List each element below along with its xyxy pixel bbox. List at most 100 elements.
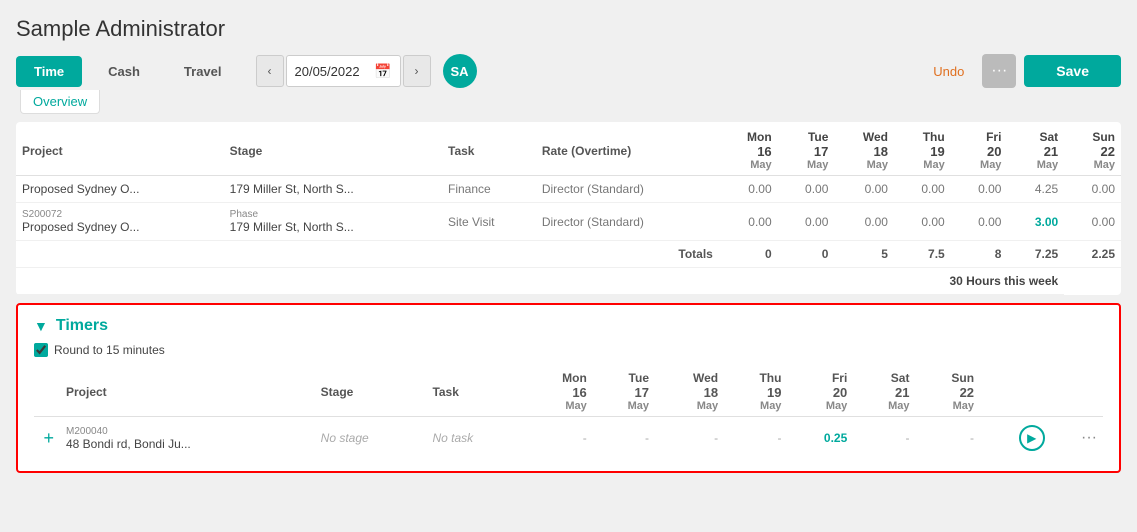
rate-cell: Director (Standard) — [536, 203, 719, 241]
timer-day-val-0: - — [525, 417, 593, 460]
timer-col-mon: Mon 16 May — [525, 367, 593, 417]
proj-cell: S200072 Proposed Sydney O... — [16, 203, 224, 241]
totals-mon: 0 — [719, 241, 778, 268]
col-task: Task — [442, 122, 536, 176]
hours-week-row: 30 Hours this week — [16, 268, 1121, 295]
day-val-1[interactable]: 0.00 — [778, 203, 835, 241]
day-val-3[interactable]: 0.00 — [894, 176, 951, 203]
rate-cell: Director (Standard) — [536, 176, 719, 203]
stage-cell: Phase 179 Miller St, North S... — [224, 203, 442, 241]
col-stage: Stage — [224, 122, 442, 176]
date-value: 20/05/2022 — [295, 64, 360, 79]
col-sat: Sat 21 May — [1007, 122, 1064, 176]
day-val-6[interactable]: 0.00 — [1064, 203, 1121, 241]
task-cell: Site Visit — [442, 203, 536, 241]
tab-overview[interactable]: Overview — [20, 90, 100, 114]
timer-col-stage: Stage — [315, 367, 427, 417]
timer-task-cell: No task — [426, 417, 524, 460]
totals-thu: 7.5 — [894, 241, 951, 268]
collapse-icon[interactable]: ▼ — [34, 318, 48, 334]
time-table-card: Project Stage Task Rate (Overtime) Mon 1… — [16, 122, 1121, 295]
timers-table: Project Stage Task Mon 16 May Tue 17 May — [34, 367, 1103, 459]
day-val-0[interactable]: 0.00 — [719, 176, 778, 203]
task-cell: Finance — [442, 176, 536, 203]
timers-section: ▼ Timers Round to 15 minutes Project Sta… — [16, 303, 1121, 473]
totals-label-cell — [16, 241, 536, 268]
timer-day-val-4[interactable]: 0.25 — [787, 417, 853, 460]
round-label: Round to 15 minutes — [54, 343, 165, 357]
timers-header: ▼ Timers — [34, 317, 1103, 335]
tab-travel[interactable]: Travel — [166, 56, 240, 87]
avatar: SA — [443, 54, 477, 88]
table-row: S200072 Proposed Sydney O... Phase 179 M… — [16, 203, 1121, 241]
play-timer-button[interactable]: ▶ — [1019, 425, 1045, 451]
day-val-4[interactable]: 0.00 — [951, 203, 1008, 241]
next-date-button[interactable]: › — [403, 55, 431, 87]
save-button[interactable]: Save — [1024, 55, 1121, 87]
tab-cash[interactable]: Cash — [90, 56, 158, 87]
more-dots-icon: ··· — [991, 62, 1007, 80]
timer-col-wed: Wed 18 May — [655, 367, 724, 417]
timer-row: + M200040 48 Bondi rd, Bondi Ju... No st… — [34, 417, 1103, 460]
time-table: Project Stage Task Rate (Overtime) Mon 1… — [16, 122, 1121, 295]
timer-col-task: Task — [426, 367, 524, 417]
timer-col-sun: Sun 22 May — [915, 367, 980, 417]
col-sun: Sun 22 May — [1064, 122, 1121, 176]
day-val-2[interactable]: 0.00 — [834, 176, 894, 203]
timer-col-thu: Thu 19 May — [724, 367, 787, 417]
add-btn-cell: + — [34, 417, 60, 460]
day-val-4[interactable]: 0.00 — [951, 176, 1008, 203]
col-thu: Thu 19 May — [894, 122, 951, 176]
date-display[interactable]: 20/05/2022 📅 — [286, 55, 401, 87]
day-val-6[interactable]: 0.00 — [1064, 176, 1121, 203]
more-button[interactable]: ··· — [982, 54, 1016, 88]
timer-col-project: Project — [60, 367, 315, 417]
timer-more-cell: ··· — [1051, 417, 1103, 460]
col-tue: Tue 17 May — [778, 122, 835, 176]
timer-day-val-6: - — [915, 417, 980, 460]
undo-button[interactable]: Undo — [923, 58, 974, 85]
round-checkbox-container: Round to 15 minutes — [34, 343, 1103, 357]
totals-wed: 5 — [834, 241, 894, 268]
proj-cell: Proposed Sydney O... — [16, 176, 224, 203]
day-val-3[interactable]: 0.00 — [894, 203, 951, 241]
col-rate: Rate (Overtime) — [536, 122, 719, 176]
timer-col-sat: Sat 21 May — [853, 367, 915, 417]
col-wed: Wed 18 May — [834, 122, 894, 176]
sub-nav: Overview — [20, 90, 1121, 114]
stage-cell: 179 Miller St, North S... — [224, 176, 442, 203]
tab-time[interactable]: Time — [16, 56, 82, 87]
table-row: Proposed Sydney O... 179 Miller St, Nort… — [16, 176, 1121, 203]
totals-tue: 0 — [778, 241, 835, 268]
day-val-5[interactable]: 3.00 — [1007, 203, 1064, 241]
timer-proj-cell: M200040 48 Bondi rd, Bondi Ju... — [60, 417, 315, 460]
day-val-5[interactable]: 4.25 — [1007, 176, 1064, 203]
timer-day-val-5: - — [853, 417, 915, 460]
timers-title: Timers — [56, 317, 108, 335]
play-btn-cell: ▶ — [980, 417, 1051, 460]
col-project: Project — [16, 122, 224, 176]
round-checkbox[interactable] — [34, 343, 48, 357]
timer-col-fri: Fri 20 May — [787, 367, 853, 417]
totals-label: Totals — [536, 241, 719, 268]
hours-this-week: 30 Hours this week — [16, 268, 1064, 295]
timer-more-button[interactable]: ··· — [1081, 429, 1097, 447]
page-title: Sample Administrator — [16, 16, 1121, 42]
day-val-1[interactable]: 0.00 — [778, 176, 835, 203]
timer-day-val-2: - — [655, 417, 724, 460]
totals-row: Totals 0 0 5 7.5 8 7.25 2.25 — [16, 241, 1121, 268]
prev-date-button[interactable]: ‹ — [256, 55, 284, 87]
day-val-0[interactable]: 0.00 — [719, 203, 778, 241]
col-fri: Fri 20 May — [951, 122, 1008, 176]
col-mon: Mon 16 May — [719, 122, 778, 176]
page-container: Sample Administrator Time Cash Travel ‹ … — [0, 0, 1137, 532]
toolbar: Time Cash Travel ‹ 20/05/2022 📅 › SA Und… — [16, 54, 1121, 88]
timer-day-val-3: - — [724, 417, 787, 460]
date-nav: ‹ 20/05/2022 📅 › — [256, 55, 431, 87]
add-timer-button[interactable]: + — [43, 428, 54, 449]
timer-day-val-1: - — [593, 417, 655, 460]
day-val-2[interactable]: 0.00 — [834, 203, 894, 241]
timer-col-tue: Tue 17 May — [593, 367, 655, 417]
totals-fri: 8 — [951, 241, 1008, 268]
totals-sat: 7.25 — [1007, 241, 1064, 268]
